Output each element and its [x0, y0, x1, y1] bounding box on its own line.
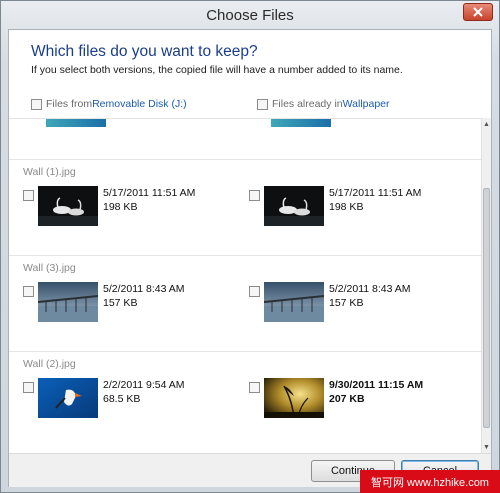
- file-date: 5/2/2011 8:43 AM: [329, 283, 411, 295]
- pconline-watermark: PConline: [382, 440, 439, 455]
- dialog-content: Which files do you want to keep? If you …: [8, 29, 492, 487]
- file-size: 198 KB: [329, 201, 364, 213]
- column-header-left[interactable]: Files from Removable Disk (J:): [31, 98, 187, 110]
- file-date: 9/30/2011 11:15 AM: [329, 379, 424, 391]
- file-size: 157 KB: [329, 297, 364, 309]
- file-thumbnail[interactable]: [38, 378, 98, 418]
- partial-thumbnail: [271, 119, 331, 127]
- file-version-right[interactable]: 5/17/2011 11:51 AM 198 KB: [249, 186, 469, 228]
- keep-left-checkbox[interactable]: [23, 286, 34, 297]
- column-left-location[interactable]: Removable Disk (J:): [92, 98, 187, 110]
- file-meta: 2/2/2011 9:54 AM 68.5 KB: [103, 378, 185, 406]
- file-meta: 5/17/2011 11:51 AM 198 KB: [329, 186, 421, 214]
- keep-right-checkbox[interactable]: [249, 190, 260, 201]
- file-thumbnail[interactable]: [37, 282, 99, 322]
- file-thumbnail[interactable]: [38, 186, 98, 226]
- dialog-window: Choose Files Which files do you want to …: [0, 0, 500, 493]
- title-bar[interactable]: Choose Files: [1, 1, 499, 29]
- file-meta: 5/2/2011 8:43 AM 157 KB: [103, 282, 185, 310]
- file-version-right[interactable]: 9/30/2011 11:15 AM 207 KB: [249, 378, 469, 420]
- keep-left-checkbox[interactable]: [23, 382, 34, 393]
- file-name: Wall (2).jpg: [23, 358, 76, 370]
- column-right-prefix: Files already in: [272, 98, 343, 110]
- column-header-right[interactable]: Files already in Wallpaper: [257, 98, 390, 110]
- file-list[interactable]: Wall (1).jpg 5/17/2011 11:51 AM 198 KB 5/17…: [9, 118, 481, 454]
- file-group: Wall (1).jpg 5/17/2011 11:51 AM 198 KB 5/17…: [9, 159, 481, 256]
- file-date: 5/2/2011 8:43 AM: [103, 283, 185, 295]
- file-thumbnail[interactable]: [263, 282, 325, 322]
- file-size: 198 KB: [103, 201, 138, 213]
- keep-left-checkbox[interactable]: [23, 190, 34, 201]
- dialog-heading: Which files do you want to keep?: [31, 43, 258, 60]
- scroll-up-icon[interactable]: ▲: [482, 118, 491, 130]
- file-date: 5/17/2011 11:51 AM: [103, 187, 196, 199]
- file-meta: 5/17/2011 11:51 AM 198 KB: [103, 186, 195, 214]
- file-version-left[interactable]: 5/2/2011 8:43 AM 157 KB: [23, 282, 243, 324]
- close-icon: [473, 7, 483, 17]
- file-group: Wall (3).jpg 5/2/2011 8:43 AM 157 KB 5/2/20…: [9, 255, 481, 352]
- file-size: 68.5 KB: [103, 393, 141, 405]
- select-all-right-checkbox[interactable]: [257, 98, 268, 110]
- dialog-subheading: If you select both versions, the copied …: [31, 64, 403, 76]
- file-version-left[interactable]: 2/2/2011 9:54 AM 68.5 KB: [23, 378, 243, 420]
- file-name: Wall (3).jpg: [23, 262, 76, 274]
- site-banner-watermark: 智可网 www.hzhike.com: [360, 470, 500, 493]
- file-meta: 9/30/2011 11:15 AM 207 KB: [329, 378, 423, 406]
- keep-right-checkbox[interactable]: [249, 286, 260, 297]
- file-date: 2/2/2011 9:54 AM: [103, 379, 185, 391]
- file-thumbnail[interactable]: [264, 378, 324, 419]
- scroll-down-icon[interactable]: ▼: [482, 441, 491, 453]
- column-left-prefix: Files from: [46, 98, 93, 110]
- file-version-left[interactable]: 5/17/2011 11:51 AM 198 KB: [23, 186, 243, 228]
- file-size: 157 KB: [103, 297, 138, 309]
- file-group: Wall (2).jpg 2/2/2011 9:54 AM 68.5 KB 9/30/…: [9, 351, 481, 448]
- file-version-right[interactable]: 5/2/2011 8:43 AM 157 KB: [249, 282, 469, 324]
- vertical-scrollbar[interactable]: ▲ ▼: [481, 118, 491, 453]
- file-thumbnail[interactable]: [264, 186, 324, 226]
- file-name: Wall (1).jpg: [23, 166, 76, 178]
- partial-thumbnail: [46, 119, 106, 127]
- column-right-location[interactable]: Wallpaper: [343, 98, 390, 110]
- window-title: Choose Files: [206, 6, 294, 24]
- scroll-thumb[interactable]: [483, 188, 490, 428]
- keep-right-checkbox[interactable]: [249, 382, 260, 393]
- file-date: 5/17/2011 11:51 AM: [329, 187, 422, 199]
- close-button[interactable]: [463, 3, 493, 21]
- select-all-left-checkbox[interactable]: [31, 98, 42, 110]
- file-size: 207 KB: [329, 393, 365, 405]
- file-meta: 5/2/2011 8:43 AM 157 KB: [329, 282, 411, 310]
